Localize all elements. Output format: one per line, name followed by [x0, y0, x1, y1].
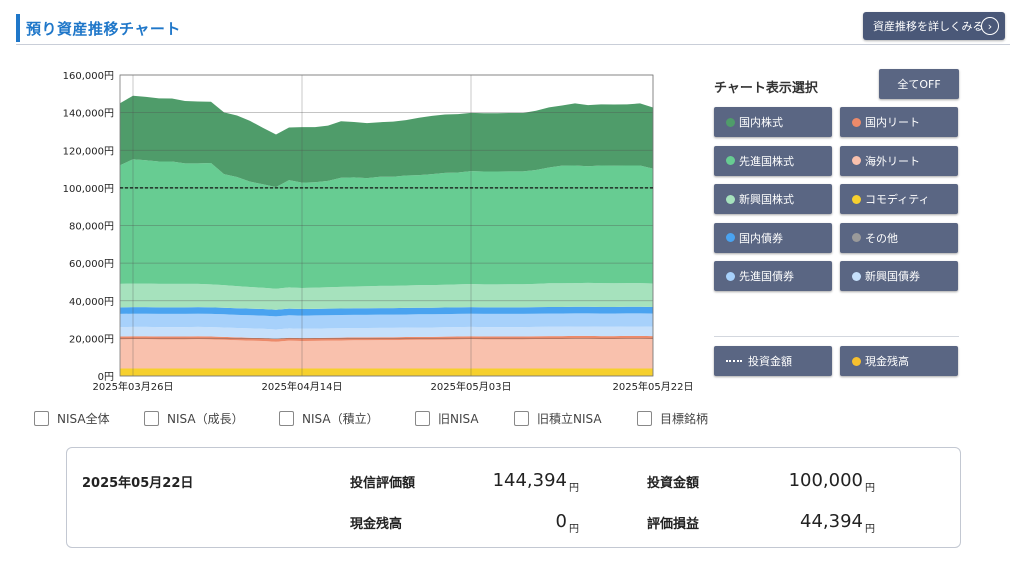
page-title: 預り資産推移チャート — [26, 20, 181, 38]
asset-toggle-label: 先進国債券 — [739, 270, 794, 283]
chart-selector-title: チャート表示選択 — [714, 81, 818, 96]
summary-panel: 2025年05月22日 投信評価額 144,394 円 投資金額 100,000… — [66, 447, 961, 548]
asset-toggle-button[interactable]: 新興国株式 — [714, 184, 832, 214]
cash-value: 0 — [555, 511, 567, 532]
asset-toggle-label: コモディティ — [865, 193, 930, 206]
filter-target-funds[interactable]: 目標銘柄 — [637, 410, 708, 427]
chart-selector-panel: チャート表示選択 全てOFF 国内株式 国内リート先進国株式 海外リート新興国株式 コ… — [714, 68, 964, 388]
asset-toggle-label: 新興国株式 — [739, 193, 794, 206]
asset-toggle-button[interactable]: 先進国株式 — [714, 145, 832, 176]
asset-toggle-button[interactable]: 国内リート — [840, 107, 958, 137]
asset-toggle-label: 国内リート — [865, 116, 920, 129]
dotted-line-icon — [726, 360, 742, 362]
asset-detail-label: 資産推移を詳しくみる — [873, 20, 984, 33]
filter-old-nisa[interactable]: 旧NISA — [415, 410, 479, 427]
legend-dot-icon — [852, 194, 861, 204]
legend-dot-icon — [852, 156, 861, 165]
y-tick-label: 160,000円 — [63, 71, 114, 82]
pnl-value: 44,394 — [800, 511, 863, 532]
filter-label: NISA全体 — [57, 412, 110, 426]
investment-label: 投資金額 — [647, 476, 700, 491]
checkbox[interactable] — [637, 411, 652, 426]
area-series — [120, 159, 653, 289]
y-tick-label: 60,000円 — [69, 259, 114, 270]
page-header: 預り資産推移チャート 資産推移を詳しくみる › — [0, 0, 1024, 46]
title-accent-bar — [16, 14, 20, 42]
asset-area-chart: 160,000円 140,000円 120,000円 100,000円 80,000円 6… — [63, 71, 694, 393]
y-tick-label: 40,000円 — [69, 297, 114, 308]
checkbox[interactable] — [34, 411, 49, 426]
asset-toggle-button[interactable]: その他 — [840, 222, 958, 253]
checkbox[interactable] — [415, 411, 430, 426]
legend-dot-icon — [726, 233, 735, 242]
legend-dot-icon — [726, 271, 735, 281]
x-tick-label: 2025年04月14日 — [262, 380, 343, 393]
pnl-unit: 円 — [865, 524, 875, 535]
filter-nisa-all[interactable]: NISA全体 — [34, 410, 110, 427]
asset-toggle-label: その他 — [865, 231, 898, 245]
investment-toggle-label: 投資金額 — [748, 355, 792, 368]
filter-label: 旧積立NISA — [537, 412, 602, 426]
area-series — [120, 338, 653, 369]
asset-toggle-button[interactable]: 先進国債券 — [714, 261, 832, 291]
chevron-right-circle-icon: › — [981, 17, 999, 35]
fund-value-label: 投信評価額 — [350, 476, 416, 491]
pnl-label: 評価損益 — [647, 517, 700, 532]
header-divider — [16, 44, 1010, 45]
cash-label: 現金残高 — [350, 517, 403, 532]
area-series — [120, 368, 653, 376]
legend-dot-icon — [852, 233, 861, 242]
asset-detail-button[interactable]: 資産推移を詳しくみる › — [863, 12, 1005, 40]
filter-nisa-growth[interactable]: NISA（成長） — [144, 410, 244, 427]
selector-divider — [714, 336, 959, 337]
y-tick-label: 80,000円 — [69, 222, 114, 233]
filter-label: 目標銘柄 — [660, 412, 709, 426]
cash-toggle-label: 現金残高 — [865, 355, 909, 368]
x-tick-label: 2025年05月03日 — [431, 380, 512, 393]
fund-value: 144,394 — [492, 470, 567, 491]
legend-dot-icon — [852, 271, 861, 281]
fund-value-unit: 円 — [569, 483, 579, 494]
asset-toggle-label: 国内債券 — [739, 231, 783, 245]
filter-old-tsumitate-nisa[interactable]: 旧積立NISA — [514, 410, 602, 427]
legend-dot-icon — [726, 117, 735, 127]
cash-dot-icon — [852, 356, 861, 366]
y-tick-label: 120,000円 — [63, 146, 114, 157]
asset-toggle-label: 先進国株式 — [739, 154, 794, 168]
investment-value: 100,000 — [788, 470, 863, 491]
asset-toggle-button[interactable]: 国内債券 — [714, 222, 832, 253]
x-tick-label: 2025年03月26日 — [93, 380, 174, 393]
all-off-button[interactable]: 全てOFF — [879, 69, 959, 99]
checkbox[interactable] — [144, 411, 159, 426]
y-tick-label: 20,000円 — [69, 334, 114, 345]
asset-toggle-button[interactable]: 海外リート — [840, 145, 958, 176]
legend-dot-icon — [726, 156, 735, 165]
checkbox[interactable] — [514, 411, 529, 426]
x-tick-label: 2025年05月22日 — [613, 380, 694, 393]
y-tick-label: 100,000円 — [63, 184, 114, 195]
cash-unit: 円 — [569, 524, 579, 535]
filter-label: 旧NISA — [438, 412, 479, 426]
asset-toggle-button[interactable]: 国内株式 — [714, 107, 832, 137]
area-series — [120, 282, 653, 310]
asset-toggle-label: 海外リート — [865, 154, 920, 168]
asset-toggle-button[interactable]: 新興国債券 — [840, 261, 958, 291]
filter-label: NISA（積立） — [302, 412, 379, 426]
nisa-filter-row: NISA全体 NISA（成長） NISA（積立） 旧NISA 旧積立NISA 目… — [34, 410, 734, 430]
investment-toggle-button[interactable]: 投資金額 — [714, 346, 832, 376]
asset-toggle-label: 国内株式 — [739, 116, 783, 129]
checkbox[interactable] — [279, 411, 294, 426]
asset-chart: 160,000円 140,000円 120,000円 100,000円 80,000円 6… — [0, 60, 700, 405]
cash-toggle-button[interactable]: 現金残高 — [840, 346, 958, 376]
legend-dot-icon — [852, 117, 861, 127]
y-tick-label: 140,000円 — [63, 109, 114, 120]
asset-toggle-label: 新興国債券 — [865, 270, 920, 283]
filter-label: NISA（成長） — [167, 412, 244, 426]
filter-nisa-tsumitate[interactable]: NISA（積立） — [279, 410, 379, 427]
summary-date: 2025年05月22日 — [82, 476, 194, 491]
asset-toggle-button[interactable]: コモディティ — [840, 184, 958, 214]
investment-unit: 円 — [865, 483, 875, 494]
legend-dot-icon — [726, 194, 735, 204]
